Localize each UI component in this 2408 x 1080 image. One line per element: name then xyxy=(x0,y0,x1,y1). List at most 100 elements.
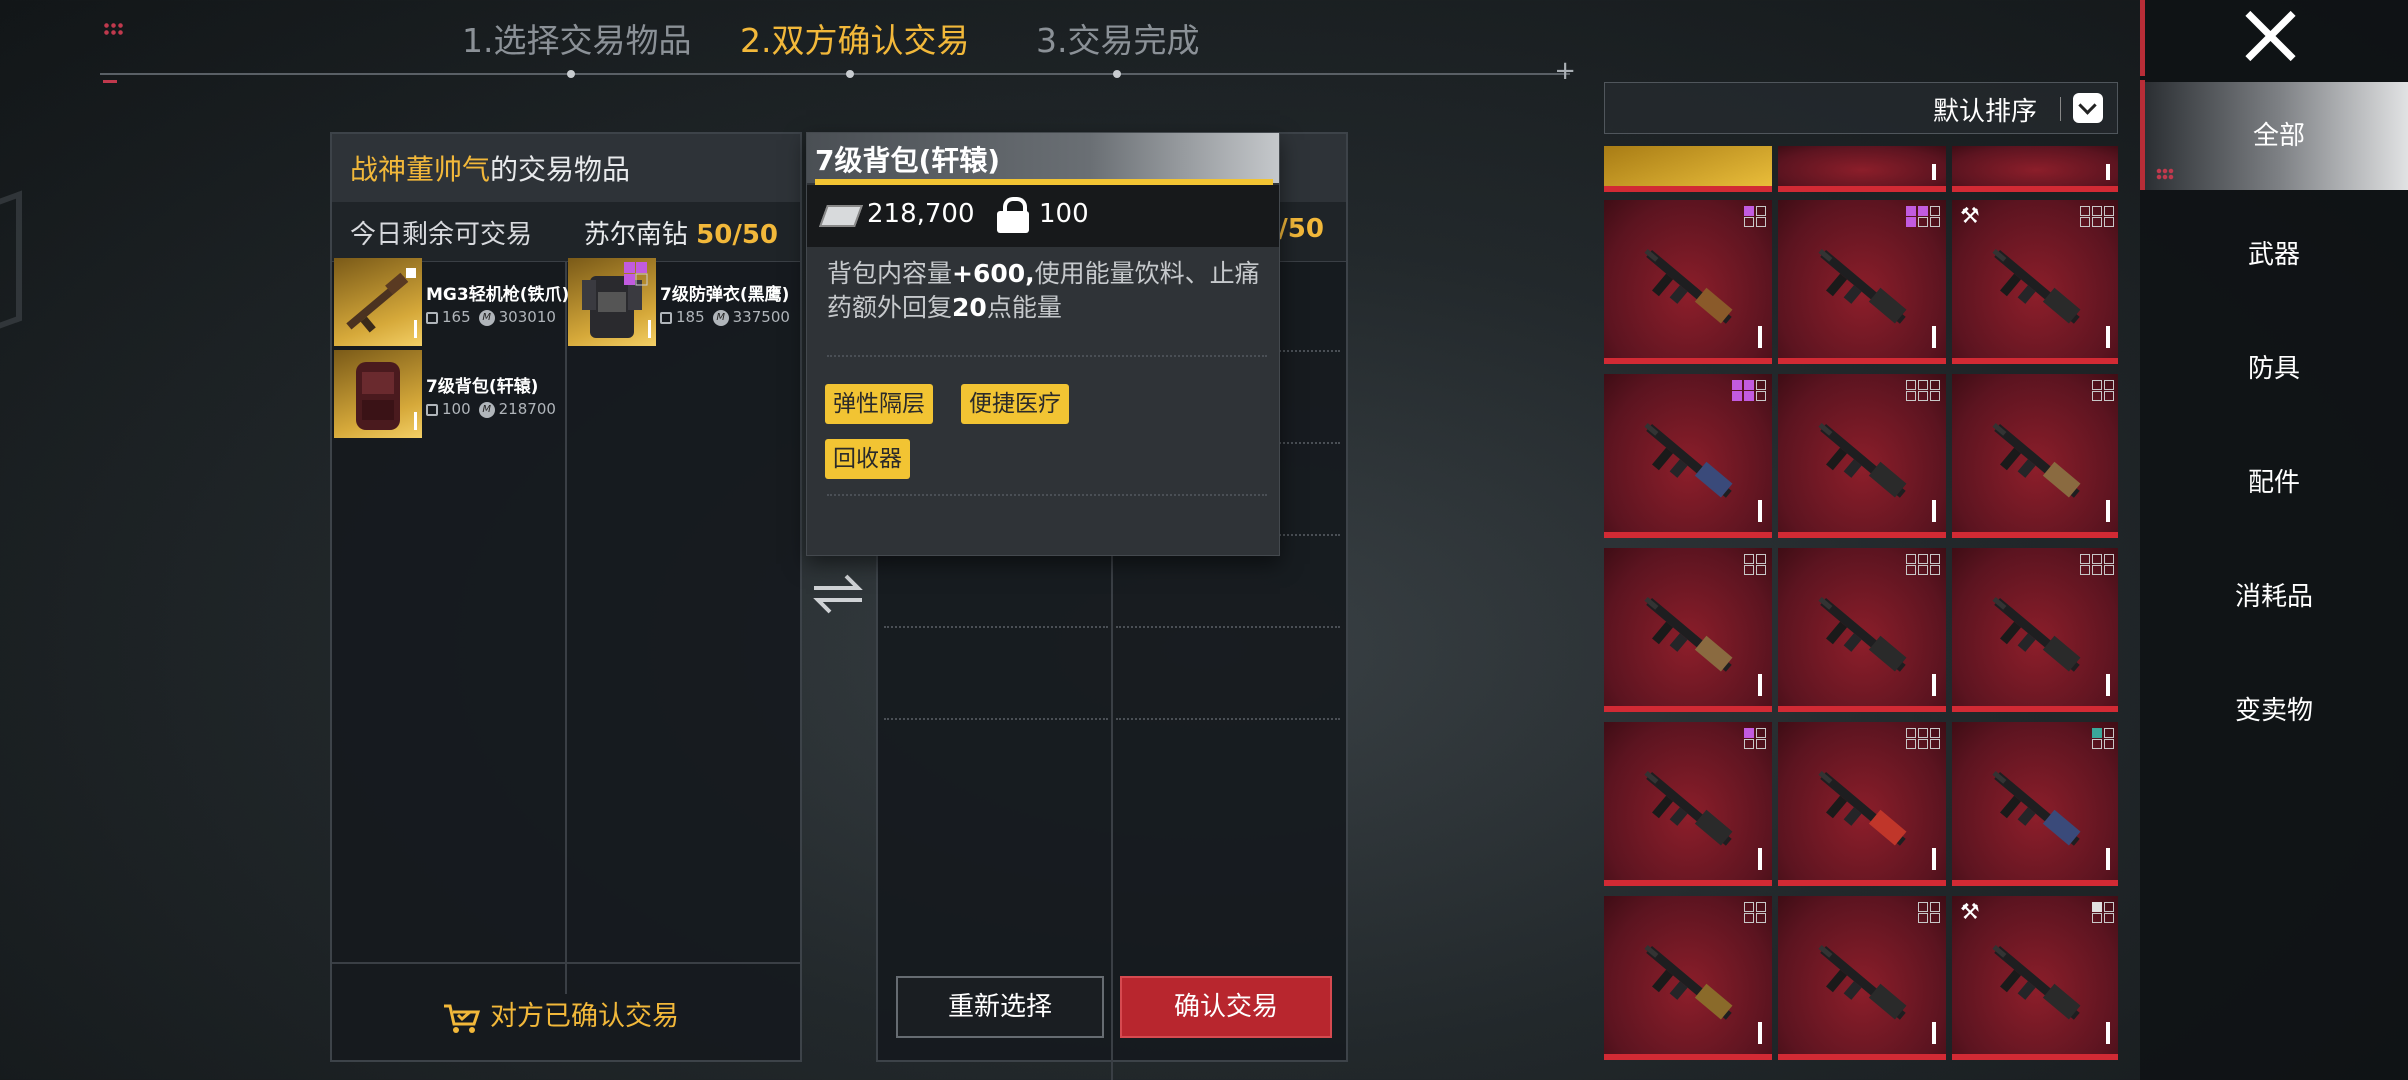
sort-dropdown[interactable]: 默认排序 xyxy=(1604,82,2118,134)
price-value: 218700 xyxy=(498,400,556,418)
category-consumables[interactable]: 消耗品 xyxy=(2140,542,2408,652)
cash-icon xyxy=(818,205,864,227)
tooltip-price: 218,700 xyxy=(867,199,975,229)
count-bar xyxy=(1758,500,1762,522)
desc-capacity: +600, xyxy=(952,259,1035,288)
step-2: 2.双方确认交易 xyxy=(740,21,970,60)
inventory-item[interactable] xyxy=(1778,146,1946,192)
tooltip-description: 背包内容量+600,使用能量饮料、止痛药额外回复20点能量 xyxy=(827,257,1267,325)
count-bar xyxy=(1758,1022,1762,1044)
count-bar xyxy=(1758,326,1762,348)
item-meta: 165 M 303010 xyxy=(426,308,556,326)
quality-indicator xyxy=(1732,554,1768,576)
quality-indicator xyxy=(2080,380,2116,402)
tooltip-title: 7级背包(轩辕) xyxy=(807,133,1279,183)
reselect-button[interactable]: 重新选择 xyxy=(896,976,1104,1038)
trade-item[interactable]: 7级防弹衣(黑鹰) 185 M 337500 xyxy=(568,258,796,346)
inventory-item[interactable] xyxy=(1952,374,2118,538)
inventory-item[interactable] xyxy=(1778,896,1946,1060)
rifle-icon xyxy=(1818,248,1907,324)
remaining-label: 今日剩余可交易 xyxy=(350,220,533,250)
title-suffix: 的交易物品 xyxy=(490,153,631,186)
sidebar-accent xyxy=(2140,0,2145,76)
inventory-item[interactable] xyxy=(1952,548,2118,712)
inventory-item[interactable] xyxy=(1778,722,1946,886)
inventory-item[interactable] xyxy=(1604,548,1772,712)
rifle-icon xyxy=(1818,944,1907,1020)
lock-icon xyxy=(660,311,672,324)
inventory-item[interactable] xyxy=(1778,548,1946,712)
my-panel-title: 战神董帅气的交易物品 xyxy=(332,134,800,202)
slot-divider xyxy=(884,626,1108,628)
rifle-icon xyxy=(1992,596,2081,672)
count-bar xyxy=(2106,164,2110,180)
trade-item[interactable]: MG3轻机枪(铁爪) 165 M 303010 xyxy=(334,258,569,346)
plus-icon: + xyxy=(1554,56,1576,86)
chevron-down-icon xyxy=(2073,93,2103,123)
quality-indicator xyxy=(1906,554,1942,576)
count-bar xyxy=(1932,674,1936,696)
quality-indicator xyxy=(2080,728,2116,750)
perk-tag: 回收器 xyxy=(825,439,910,479)
status-text: 对方已确认交易 xyxy=(490,1001,679,1032)
rifle-icon xyxy=(1818,596,1907,672)
inventory-item[interactable] xyxy=(1604,896,1772,1060)
trade-item[interactable]: 7级背包(轩辕) 100 M 218700 xyxy=(334,350,562,438)
rifle-icon xyxy=(1818,770,1907,846)
tools-icon: ⚒ xyxy=(1960,900,1980,925)
item-tooltip: 7级背包(轩辕) 218,700 100 背包内容量+600,使用能量饮料、止痛… xyxy=(806,132,1280,556)
lock-value: 165 xyxy=(442,308,471,326)
item-name: 7级防弹衣(黑鹰) xyxy=(660,285,790,305)
tooltip-divider xyxy=(827,355,1267,357)
category-attachments[interactable]: 配件 xyxy=(2140,428,2408,538)
item-meta: 185 M 337500 xyxy=(660,308,790,326)
desc-prefix: 背包内容量 xyxy=(827,259,953,288)
step-2-dot xyxy=(846,70,854,78)
count-bar xyxy=(1932,500,1936,522)
category-all[interactable]: 全部 xyxy=(2145,82,2408,190)
category-weapons[interactable]: 武器 xyxy=(2140,200,2408,310)
quality-indicator xyxy=(1906,728,1942,750)
tooltip-divider xyxy=(827,494,1267,496)
inventory-grid: ⚒ ⚒ xyxy=(1604,146,2118,1080)
quality-indicator xyxy=(1732,380,1768,402)
tools-icon: ⚒ xyxy=(1960,204,1980,229)
inventory-item[interactable] xyxy=(1604,146,1772,192)
step-1: 1.选择交易物品 xyxy=(462,21,692,60)
count-bar xyxy=(1932,326,1936,348)
category-armor[interactable]: 防具 xyxy=(2140,314,2408,424)
close-icon[interactable] xyxy=(2245,10,2297,62)
quality-indicator xyxy=(1732,728,1768,750)
lock-value: 185 xyxy=(676,308,705,326)
step-3-dot xyxy=(1113,70,1121,78)
quality-indicator xyxy=(1906,902,1942,924)
lock-icon xyxy=(997,197,1029,233)
item-meta: 100 M 218700 xyxy=(426,400,556,418)
rifle-icon xyxy=(1992,944,2081,1020)
sort-separator xyxy=(2060,97,2061,121)
inventory-item[interactable] xyxy=(1778,374,1946,538)
rifle-icon xyxy=(1818,422,1907,498)
inventory-item[interactable] xyxy=(1778,200,1946,364)
armor-vest-icon xyxy=(582,262,651,338)
confirm-trade-button[interactable]: 确认交易 xyxy=(1120,976,1332,1038)
inventory-item[interactable] xyxy=(1952,722,2118,886)
cart-check-icon xyxy=(444,1004,481,1033)
category-sellables[interactable]: 变卖物 xyxy=(2140,656,2408,766)
count-bar xyxy=(1932,1022,1936,1044)
item-name: MG3轻机枪(铁爪) xyxy=(426,285,570,305)
currency-label: 苏尔南钻 xyxy=(583,220,688,250)
inventory-item[interactable] xyxy=(1604,200,1772,364)
backpack-icon xyxy=(356,362,417,430)
inventory-item[interactable]: ⚒ xyxy=(1952,200,2118,364)
rifle-icon xyxy=(1644,248,1733,324)
inventory-item[interactable]: ⚒ xyxy=(1952,896,2118,1060)
inventory-item[interactable] xyxy=(1604,374,1772,538)
inventory-item[interactable] xyxy=(1952,146,2118,192)
rifle-icon xyxy=(1992,422,2081,498)
count-bar xyxy=(2106,848,2110,870)
item-thumb xyxy=(568,258,656,346)
currency-value: 50/50 xyxy=(696,220,778,250)
inventory-item[interactable] xyxy=(1604,722,1772,886)
count-bar xyxy=(1758,674,1762,696)
